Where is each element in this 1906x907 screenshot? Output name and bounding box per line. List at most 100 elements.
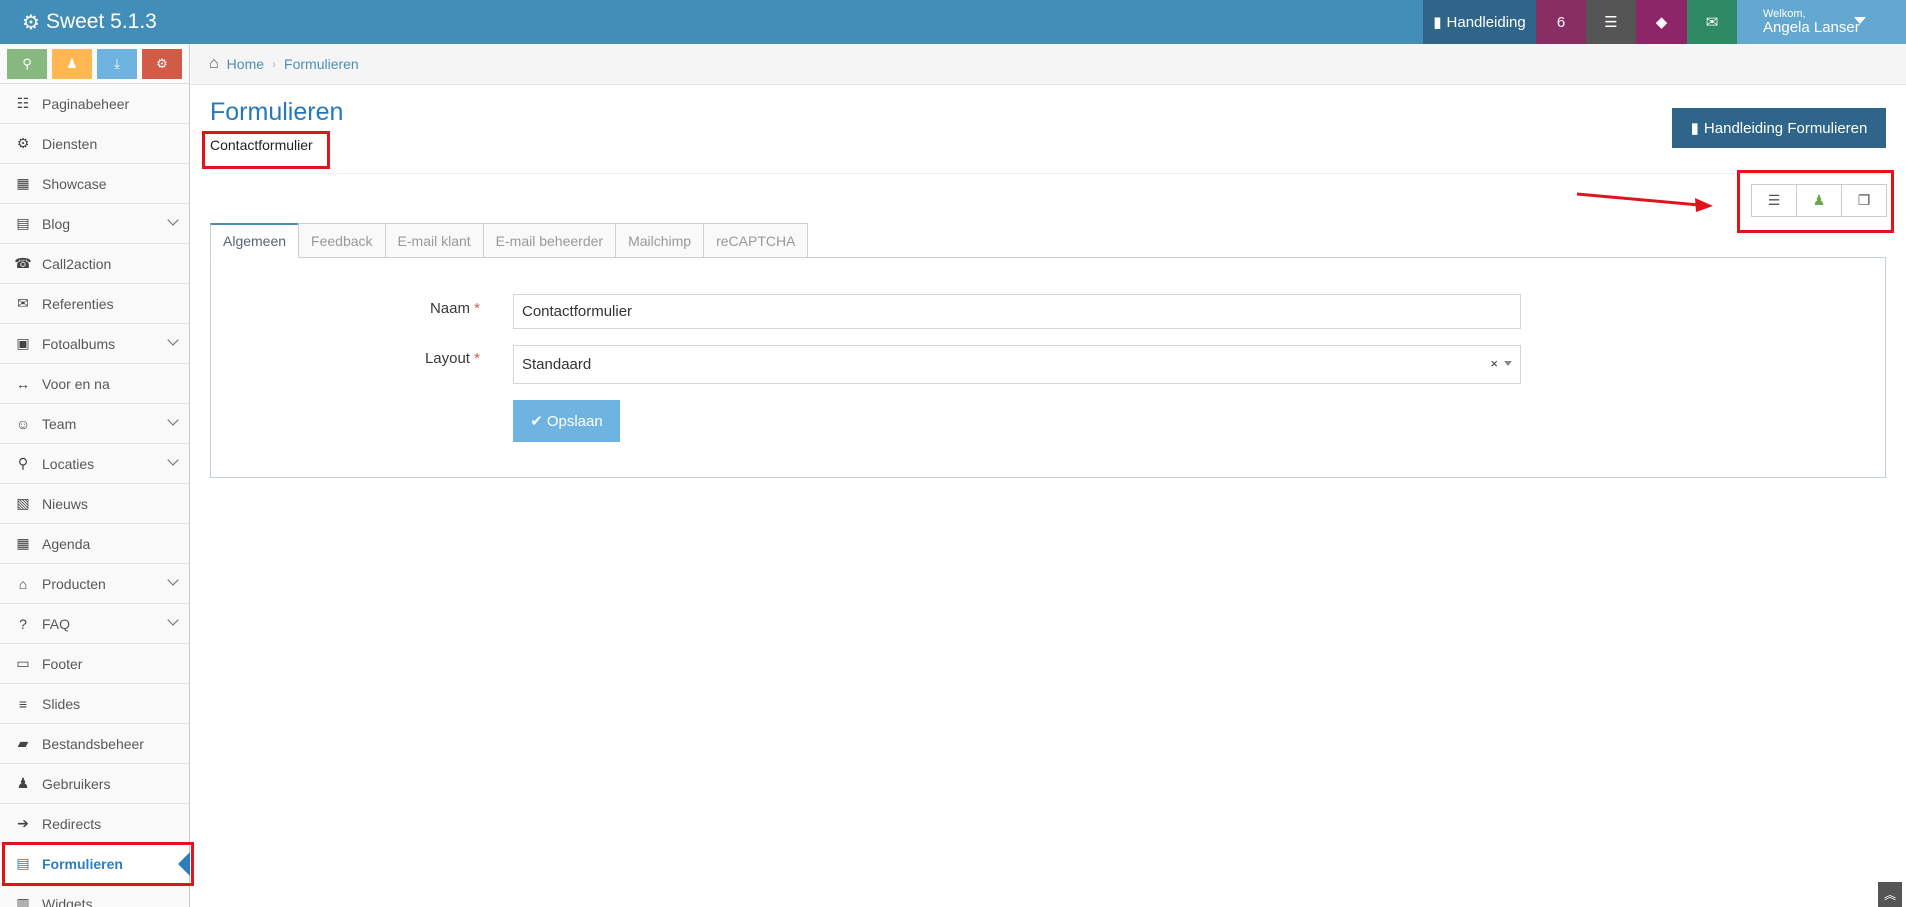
save-button[interactable]: ✔ Opslaan	[513, 400, 620, 442]
map-marker-icon: ⚲	[17, 455, 29, 471]
book-icon: ▮	[1433, 14, 1442, 31]
calendar-icon: ▦	[16, 535, 30, 551]
sidebar-item-producten[interactable]: ⌂ Producten	[0, 564, 189, 604]
breadcrumb-current[interactable]: Formulieren	[284, 56, 359, 72]
required-mark: *	[474, 350, 480, 367]
sidebar-item-faq[interactable]: ? FAQ	[0, 604, 189, 644]
sidebar-item-label: Team	[42, 415, 77, 432]
columns-icon: ▥	[16, 895, 30, 907]
sidebar-item-widgets[interactable]: ▥ Widgets	[0, 884, 189, 907]
sliders-icon: ≡	[18, 695, 28, 712]
page-title: Formulieren	[210, 98, 344, 126]
name-input[interactable]: Contactformulier	[513, 294, 1521, 329]
sidebar-item-label: Slides	[42, 695, 81, 712]
shortcut-location[interactable]: ⚲	[7, 49, 47, 79]
sidebar: ⚲ ♟ ⤓ ⚙ ☷ Paginabeheer ⚙ Diensten ▦ Showcas…	[0, 44, 190, 907]
shortcut-settings[interactable]: ⚙	[142, 49, 182, 79]
file-text-icon: ▤	[16, 215, 30, 231]
sidebar-item-label: Blog	[42, 215, 71, 232]
chevron-down-icon	[167, 414, 179, 426]
sidebar-item-label: Referenties	[42, 295, 114, 312]
tab-email-klant[interactable]: E-mail klant	[384, 223, 483, 258]
chevron-down-icon	[167, 574, 179, 586]
layout-select-value: Standaard	[522, 356, 592, 373]
folder-open-icon: ▰	[17, 735, 29, 751]
server-button[interactable]: ☰	[1586, 0, 1636, 44]
question-circle-icon: ?	[19, 615, 27, 632]
notifications-button[interactable]: 6	[1536, 0, 1586, 44]
sidebar-item-footer[interactable]: ▭ Footer	[0, 644, 189, 684]
sidebar-item-redirects[interactable]: ➔ Redirects	[0, 804, 189, 844]
tab-algemeen[interactable]: Algemeen	[210, 223, 299, 258]
tab-feedback[interactable]: Feedback	[298, 223, 385, 258]
user-icon: ♟	[16, 775, 30, 791]
list-icon: ☰	[1767, 192, 1781, 208]
user-name: Angela Lanser	[1763, 19, 1860, 36]
caret-down-icon	[1854, 17, 1866, 24]
user-menu[interactable]: Welkom, Angela Lanser	[1737, 0, 1906, 44]
manual-formulieren-button[interactable]: ▮ Handleiding Formulieren	[1672, 108, 1886, 148]
chevron-down-icon	[167, 214, 179, 226]
list-view-button[interactable]: ☰	[1752, 185, 1797, 216]
sidebar-item-label: Agenda	[42, 535, 91, 552]
sidebar-item-slides[interactable]: ≡ Slides	[0, 684, 189, 724]
sidebar-item-referenties[interactable]: ✉ Referenties	[0, 284, 189, 324]
manual-label: Handleiding	[1446, 13, 1526, 31]
sidebar-item-formulieren[interactable]: ▤ Formulieren	[0, 844, 190, 884]
clear-icon[interactable]: ×	[1490, 356, 1498, 371]
sidebar-item-team[interactable]: ☺ Team	[0, 404, 189, 444]
sidebar-item-label: Paginabeheer	[42, 95, 130, 112]
sidebar-item-locaties[interactable]: ⚲ Locaties	[0, 444, 189, 484]
diamond-button[interactable]: ◆	[1636, 0, 1687, 44]
sidebar-item-label: Gebruikers	[42, 775, 111, 792]
sidebar-item-agenda[interactable]: ▦ Agenda	[0, 524, 189, 564]
comments-icon: ✉	[17, 295, 29, 311]
sidebar-item-label: Formulieren	[42, 855, 123, 872]
sidebar-item-fotoalbums[interactable]: ▣ Fotoalbums	[0, 324, 189, 364]
form-action-buttons: ☰ ♟ ❐	[1751, 184, 1887, 217]
layout-label: Layout *	[330, 350, 480, 367]
mail-button[interactable]: ✉	[1687, 0, 1737, 44]
sidebar-item-label: Nieuws	[42, 495, 88, 512]
name-label: Naam *	[330, 300, 480, 317]
book-icon: ▮	[1690, 120, 1699, 137]
tab-email-beheerder[interactable]: E-mail beheerder	[482, 223, 616, 258]
sidebar-item-showcase[interactable]: ▦ Showcase	[0, 164, 189, 204]
sidebar-item-voor-en-na[interactable]: ↔ Voor en na	[0, 364, 189, 404]
sidebar-item-blog[interactable]: ▤ Blog	[0, 204, 189, 244]
breadcrumb: ⌂ Home › Formulieren	[191, 44, 1906, 85]
sidebar-item-label: Widgets	[42, 895, 93, 907]
user-view-button[interactable]: ♟	[1797, 185, 1842, 216]
sidebar-item-gebruikers[interactable]: ♟ Gebruikers	[0, 764, 189, 804]
tab-recaptcha[interactable]: reCAPTCHA	[703, 223, 809, 258]
sidebar-item-label: Voor en na	[42, 375, 110, 392]
sidebar-item-call2action[interactable]: ☎ Call2action	[0, 244, 189, 284]
sidebar-item-paginabeheer[interactable]: ☷ Paginabeheer	[0, 84, 189, 124]
required-mark: *	[474, 300, 480, 317]
copy-button[interactable]: ❐	[1842, 185, 1886, 216]
header-divider	[210, 173, 1886, 174]
breadcrumb-home-link[interactable]: Home	[227, 56, 264, 72]
manual-button[interactable]: ▮ Handleiding	[1423, 0, 1536, 44]
chevron-down-icon	[167, 454, 179, 466]
scroll-to-top-button[interactable]: ︽	[1878, 882, 1902, 907]
sidebar-item-bestandsbeheer[interactable]: ▰ Bestandsbeheer	[0, 724, 189, 764]
sidebar-item-label: Fotoalbums	[42, 335, 116, 352]
top-navbar: ⚙ Sweet 5.1.3 ▮ Handleiding 6 ☰ ◆ ✉ Welk…	[0, 0, 1906, 44]
map-marker-icon: ⚲	[22, 56, 32, 71]
tab-mailchimp[interactable]: Mailchimp	[615, 223, 704, 258]
shortcut-download[interactable]: ⤓	[97, 49, 137, 79]
cogs-icon: ⚙	[156, 56, 168, 71]
layout-select[interactable]: Standaard ×	[513, 345, 1521, 384]
sidebar-item-label: Footer	[42, 655, 83, 672]
shortcut-user[interactable]: ♟	[52, 49, 92, 79]
sidebar-item-nieuws[interactable]: ▧ Nieuws	[0, 484, 189, 524]
sidebar-item-label: Locaties	[42, 455, 95, 472]
user-icon: ♟	[1812, 192, 1826, 208]
double-angle-up-icon: ︽	[1883, 888, 1896, 902]
phone-icon: ☎	[14, 255, 32, 271]
users-icon: ☺	[15, 415, 31, 432]
app-brand[interactable]: ⚙ Sweet 5.1.3	[22, 0, 157, 44]
annotation-arrow	[1576, 192, 1713, 212]
sidebar-item-diensten[interactable]: ⚙ Diensten	[0, 124, 189, 164]
